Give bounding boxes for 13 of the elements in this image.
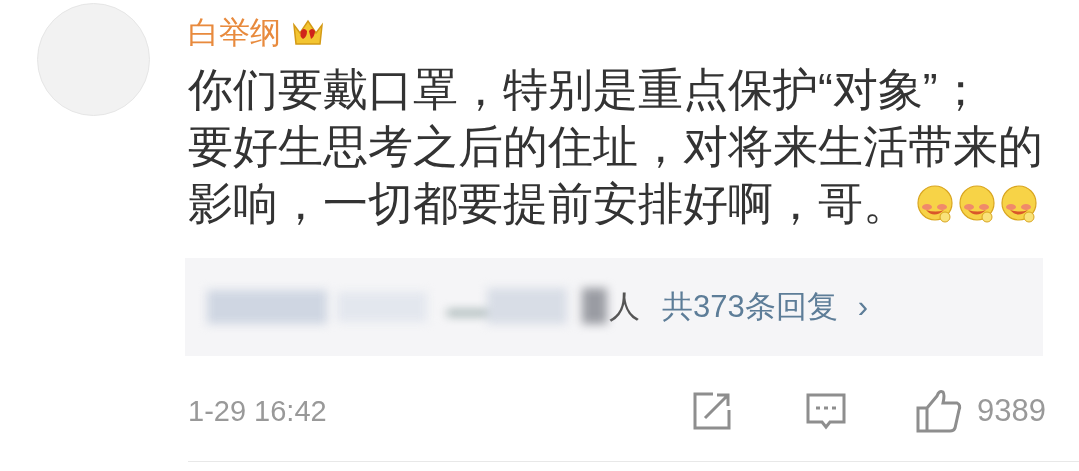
reply-names: 人	[609, 288, 640, 326]
like-count: 9389	[977, 393, 1046, 429]
reply-count-link[interactable]: 共373条回复 ›	[662, 286, 869, 328]
comment-text: 要好生思考之后的住址，对将来生活带来的	[188, 121, 1043, 173]
comment-text: 你们要戴口罩，特别是重点保护“对象”；	[188, 64, 983, 116]
share-icon[interactable]	[691, 390, 734, 432]
comment-text: 影响，一切都要提前安排好啊，哥。	[188, 178, 908, 230]
emoji-icon	[914, 182, 956, 225]
emoji-icon	[998, 182, 1040, 225]
emoji-icon	[956, 182, 998, 225]
timestamp: 1-29 16:42	[188, 394, 328, 428]
thumbs-up-icon[interactable]	[915, 388, 964, 434]
author-name[interactable]: 白举纲	[188, 12, 281, 54]
